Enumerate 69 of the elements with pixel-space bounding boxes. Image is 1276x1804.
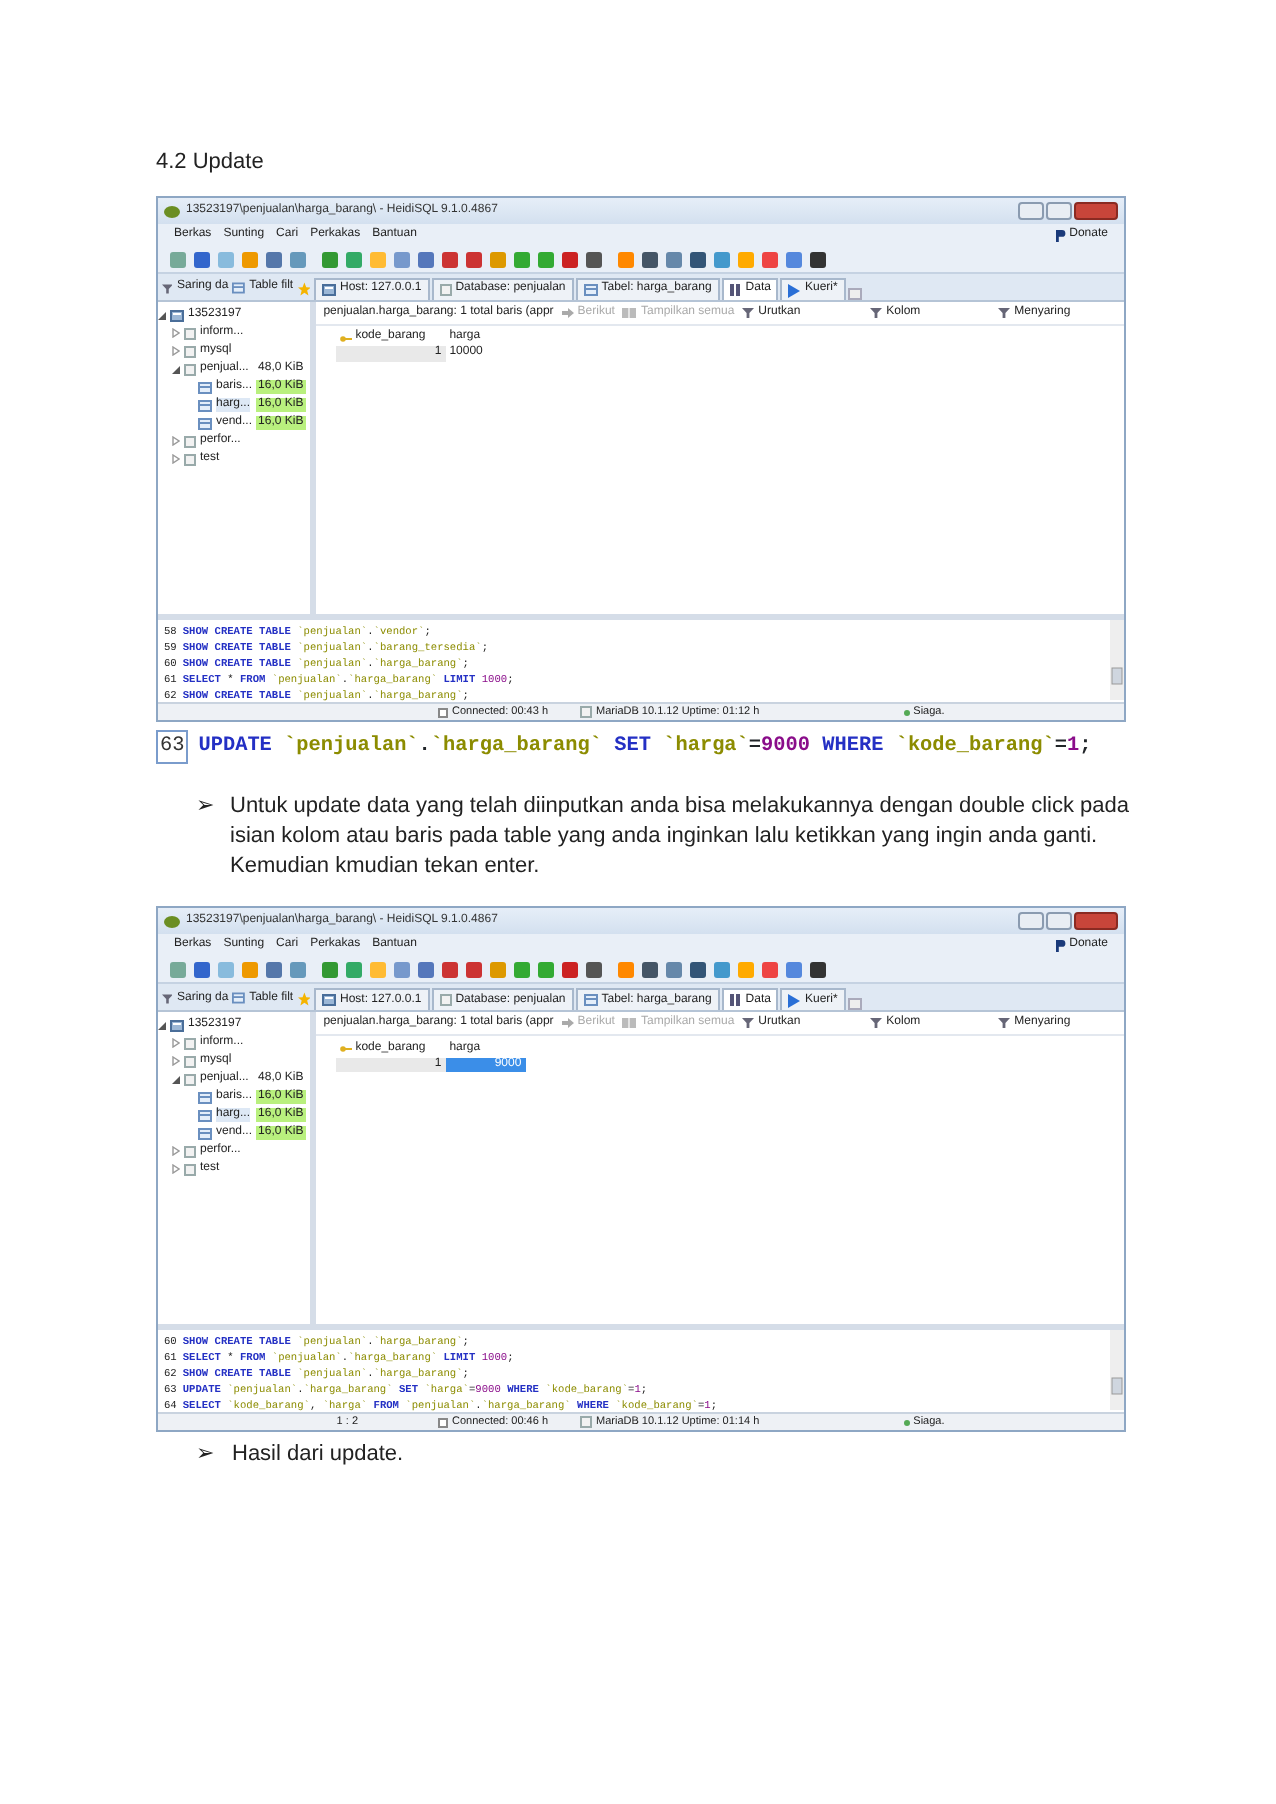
table-icon xyxy=(232,992,246,1005)
funnel-icon xyxy=(742,1018,755,1029)
collapsed-arrow-icon[interactable] xyxy=(172,454,180,464)
funnel-icon xyxy=(742,308,755,318)
expanded-arrow-icon[interactable] xyxy=(172,365,180,373)
funnel-icon xyxy=(870,1018,883,1029)
server-icon xyxy=(170,309,184,321)
collapsed-arrow-icon[interactable] xyxy=(172,1146,180,1157)
connection-icon xyxy=(438,707,448,717)
maximize-button[interactable] xyxy=(1046,202,1072,220)
maximize-button[interactable] xyxy=(1046,912,1072,931)
paragraph: Hasil dari update. xyxy=(232,1440,404,1471)
minimize-button[interactable] xyxy=(1018,202,1044,220)
app-logo-icon xyxy=(164,205,180,217)
collapsed-arrow-icon[interactable] xyxy=(172,346,180,356)
collapsed-arrow-icon[interactable] xyxy=(172,436,180,446)
play-icon xyxy=(788,283,801,297)
status-dot-icon xyxy=(903,1419,910,1426)
table-icon xyxy=(198,417,212,429)
collapsed-arrow-icon[interactable] xyxy=(172,1164,180,1175)
expanded-arrow-icon[interactable] xyxy=(172,1075,180,1084)
expanded-arrow-icon[interactable] xyxy=(158,1021,166,1030)
server-icon xyxy=(322,284,336,296)
sql-statement: UPDATE `penjualan`.`harga_barang` SET `harga`=9000 WHERE `kode_barang`=1; xyxy=(198,733,1092,762)
key-icon xyxy=(339,333,352,343)
table-icon xyxy=(583,994,598,1007)
table-icon xyxy=(198,1091,212,1104)
collapsed-arrow-icon[interactable] xyxy=(172,1038,180,1049)
star-icon[interactable] xyxy=(297,281,310,295)
bullet-marker: ➢ xyxy=(196,792,214,823)
paragraph: Untuk update data yang telah diinputkan anda bisa melakukannya dengan double click pada isian kolom atau baris pada table yang anda inginkan lalu ketikkan yang ingin anda ganti. xyxy=(230,792,1131,853)
collapsed-arrow-icon[interactable] xyxy=(172,1056,180,1067)
p-logo-icon xyxy=(1055,939,1066,952)
arrow-icon xyxy=(561,1018,574,1029)
table-icon xyxy=(198,1127,212,1140)
tab-icon[interactable] xyxy=(847,998,862,1011)
funnel-icon xyxy=(870,308,883,318)
line-number: 63 xyxy=(156,730,189,765)
key-icon xyxy=(339,1043,352,1054)
minimize-button[interactable] xyxy=(1018,912,1044,931)
p-logo-icon xyxy=(1055,229,1066,241)
table-icon xyxy=(232,282,246,294)
server-icon xyxy=(170,1019,184,1032)
section-heading: 4.2 Update xyxy=(156,148,266,176)
funnel-icon xyxy=(162,283,173,293)
paragraph: Kemudian kmudian tekan enter. xyxy=(230,852,542,883)
database-icon xyxy=(439,994,452,1007)
expanded-arrow-icon[interactable] xyxy=(158,311,166,319)
bullet-marker: ➢ xyxy=(196,1440,216,1471)
tab-icon[interactable] xyxy=(847,288,862,300)
arrow-icon xyxy=(561,308,574,318)
table-icon xyxy=(198,399,212,411)
table-icon xyxy=(583,284,598,296)
funnel-icon xyxy=(162,993,173,1004)
table-icon xyxy=(198,381,212,393)
app-logo-icon xyxy=(164,915,180,928)
toolbar-icons-drawing[interactable] xyxy=(170,959,830,980)
collapsed-arrow-icon[interactable] xyxy=(172,328,180,338)
funnel-icon xyxy=(998,308,1011,318)
toolbar-icons-drawing[interactable] xyxy=(170,249,830,269)
star-icon[interactable] xyxy=(297,991,310,1006)
database-icon xyxy=(439,284,452,296)
status-dot-icon xyxy=(903,709,910,715)
funnel-icon xyxy=(998,1018,1011,1029)
close-button[interactable] xyxy=(1074,912,1118,931)
server-icon xyxy=(322,994,336,1007)
table-icon xyxy=(198,1109,212,1122)
play-icon xyxy=(788,993,801,1008)
connection-icon xyxy=(438,1417,448,1428)
